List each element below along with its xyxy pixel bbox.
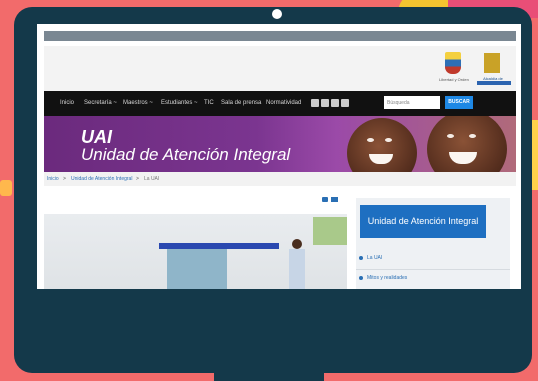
instagram-icon[interactable] bbox=[341, 99, 349, 107]
search-button[interactable]: BUSCAR bbox=[445, 96, 473, 109]
facebook-icon[interactable] bbox=[321, 99, 329, 107]
print-icon[interactable] bbox=[322, 197, 328, 202]
sidebar-item-la-uai[interactable]: La UAI bbox=[359, 255, 382, 261]
youtube-icon[interactable] bbox=[331, 99, 339, 107]
divider bbox=[356, 269, 510, 270]
banner-photo bbox=[339, 116, 516, 172]
nav-item-inicio[interactable]: Inicio bbox=[60, 100, 74, 106]
nav-item-tic[interactable]: TIC bbox=[204, 100, 214, 106]
logo-caption: Libertad y Orden bbox=[439, 77, 469, 82]
breadcrumb-separator: > bbox=[136, 176, 139, 182]
nav-item-estudiantes[interactable]: Estudiantes ~ bbox=[161, 100, 198, 106]
breadcrumb-uai[interactable]: Unidad de Atención Integral bbox=[71, 176, 132, 182]
colombia-shield-logo[interactable] bbox=[445, 52, 461, 74]
nav-item-maestros[interactable]: Maestros ~ bbox=[123, 100, 153, 106]
browser-top-bar bbox=[44, 31, 516, 41]
nav-item-normatividad[interactable]: Normatividad bbox=[266, 100, 301, 106]
banner-subtitle: Unidad de Atención Integral bbox=[81, 145, 291, 164]
sidebar-item-mitos[interactable]: Mitos y realidades bbox=[359, 275, 407, 281]
sidebar-item-label: La UAI bbox=[367, 255, 383, 261]
sidebar-heading[interactable]: Unidad de Atención Integral bbox=[360, 205, 486, 238]
monitor-stand bbox=[214, 373, 324, 381]
search-input[interactable] bbox=[384, 96, 440, 109]
photo-detail bbox=[292, 239, 302, 249]
webcam-dot bbox=[272, 9, 282, 19]
photo-detail bbox=[167, 249, 227, 289]
breadcrumb-inicio[interactable]: Inicio bbox=[47, 176, 59, 182]
sidebar-item-label: Mitos y realidades bbox=[367, 275, 408, 281]
nav-item-secretaria[interactable]: Secretaría ~ bbox=[84, 100, 117, 106]
chevron-right-icon bbox=[359, 255, 363, 260]
photo-detail bbox=[289, 249, 305, 289]
breadcrumb-current: La UAI bbox=[144, 176, 160, 182]
medellin-logo[interactable] bbox=[484, 53, 500, 73]
chevron-right-icon bbox=[359, 275, 363, 280]
email-icon[interactable] bbox=[331, 197, 338, 202]
nav-item-sala-de-prensa[interactable]: Sala de prensa bbox=[221, 100, 261, 106]
decorative-blob bbox=[0, 180, 12, 196]
logo-band bbox=[477, 81, 511, 85]
screen: Libertad y Orden Alcaldía de Medellín In… bbox=[37, 24, 521, 289]
twitter-icon[interactable] bbox=[311, 99, 319, 107]
breadcrumb-separator: > bbox=[63, 176, 66, 182]
